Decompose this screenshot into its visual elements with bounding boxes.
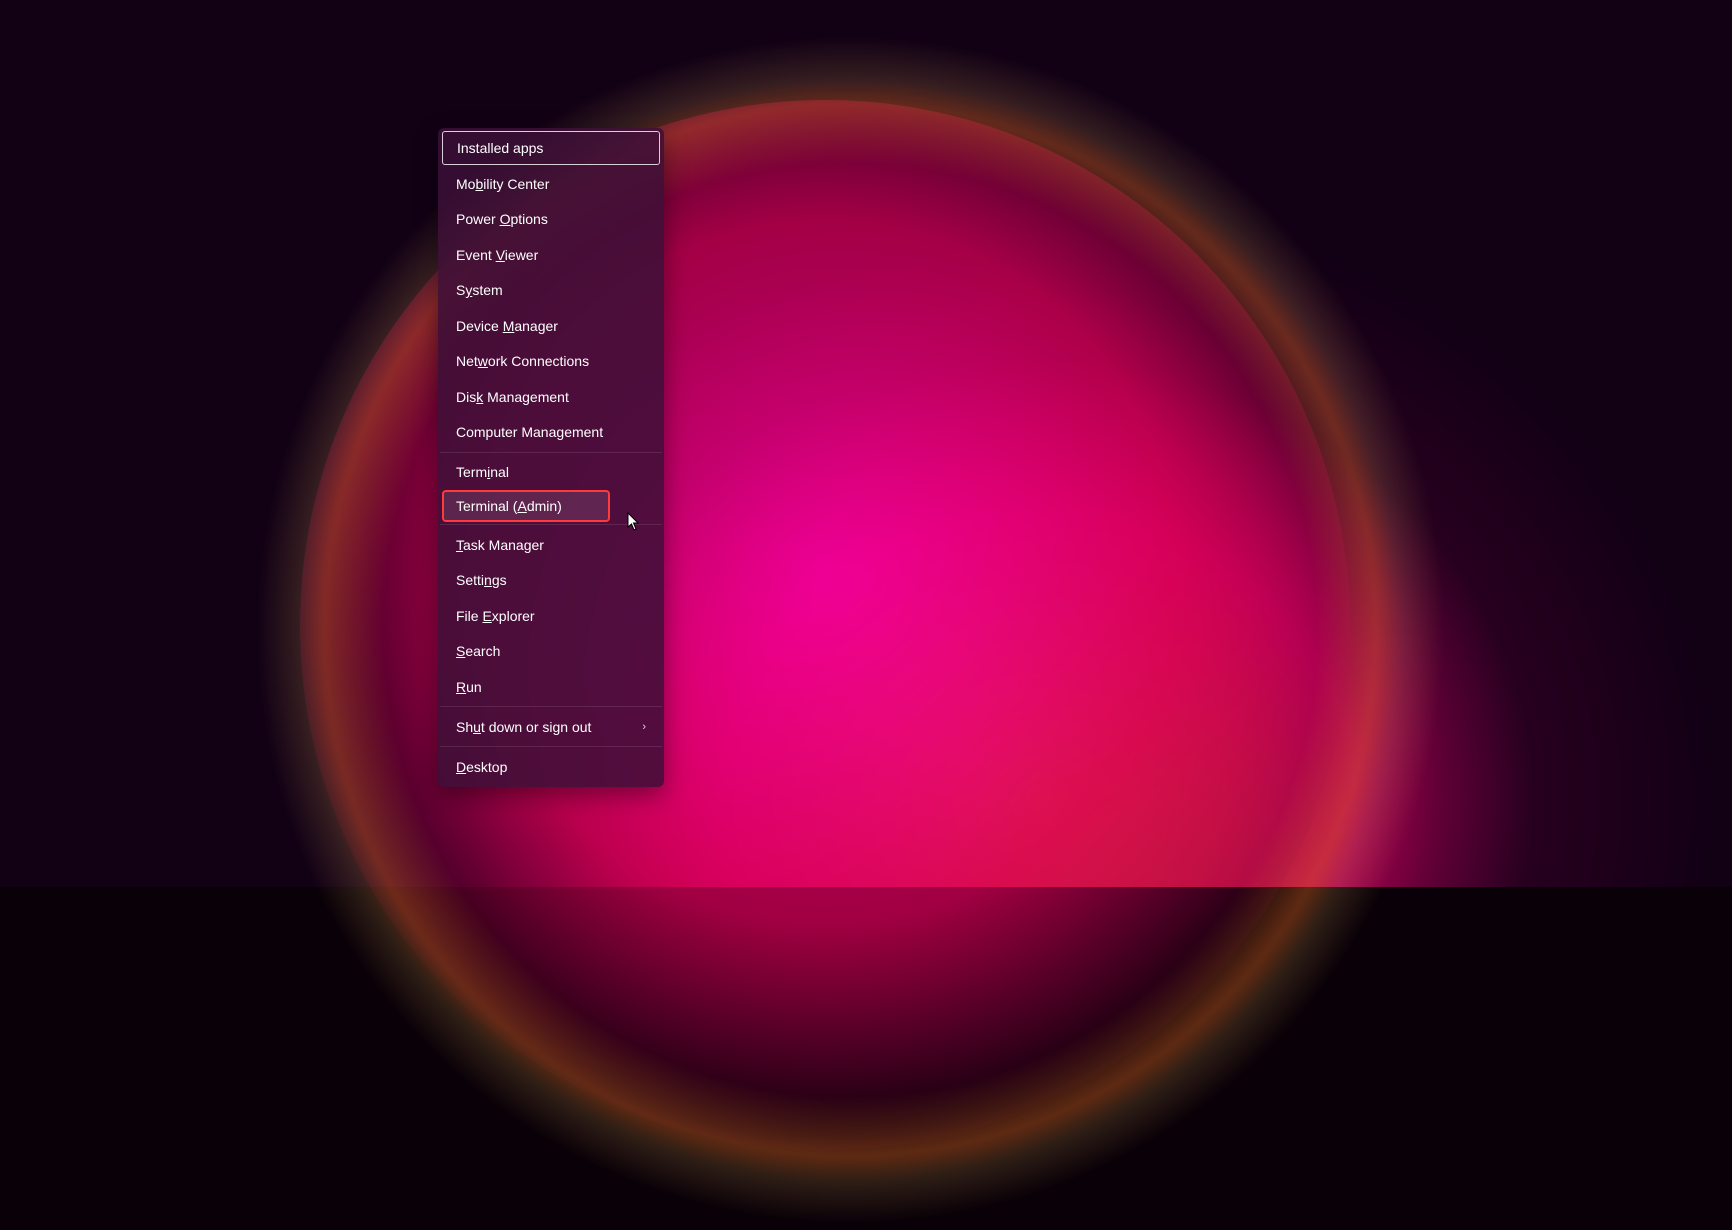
menu-item-computer-management[interactable]: Computer Management <box>442 415 660 450</box>
label-accelerator: R <box>456 679 466 695</box>
label-post: iewer <box>505 247 538 263</box>
label-pre: Computer Mana <box>456 424 556 440</box>
label-accelerator: D <box>456 759 466 775</box>
chevron-right-icon: › <box>642 721 646 733</box>
label-post: ask Manager <box>463 537 544 553</box>
label-accelerator: E <box>482 608 491 624</box>
label-post: anager <box>514 318 558 334</box>
label-pre: Terminal ( <box>456 498 517 514</box>
menu-item-terminal[interactable]: Terminal <box>442 455 660 490</box>
label-pre: Event <box>456 247 496 263</box>
menu-item-task-manager[interactable]: Task Manager <box>442 527 660 562</box>
menu-item-installed-apps[interactable]: Installed apps <box>442 131 660 165</box>
label-accelerator: S <box>456 643 465 659</box>
menu-item-network-connections[interactable]: Network Connections <box>442 344 660 379</box>
menu-item-label: Mobility Center <box>456 176 549 192</box>
label-post: ility Center <box>483 176 549 192</box>
label-pre: Dis <box>456 389 476 405</box>
winx-context-menu: Installed apps Mobility Center Power Optio… <box>438 128 664 787</box>
label-pre: File <box>456 608 482 624</box>
label-accelerator: T <box>456 537 463 553</box>
label-pre: Term <box>456 464 487 480</box>
label-pre: Net <box>456 353 478 369</box>
menu-item-label: Installed apps <box>457 140 543 156</box>
menu-item-label: Terminal (Admin) <box>456 498 562 514</box>
menu-item-label: Run <box>456 679 482 695</box>
label-post: Management <box>483 389 569 405</box>
label-post: esktop <box>466 759 507 775</box>
menu-item-label: Task Manager <box>456 537 544 553</box>
label-pre: Mo <box>456 176 475 192</box>
menu-item-label: Shut down or sign out <box>456 719 591 735</box>
menu-item-label: Network Connections <box>456 353 589 369</box>
label-post: ptions <box>510 211 547 227</box>
label-accelerator: V <box>496 247 505 263</box>
label-accelerator: O <box>500 211 511 227</box>
menu-item-event-viewer[interactable]: Event Viewer <box>442 237 660 272</box>
label-post: t down or sign out <box>481 719 592 735</box>
label-pre: Device <box>456 318 503 334</box>
menu-item-label: Desktop <box>456 759 507 775</box>
menu-item-system[interactable]: System <box>442 273 660 308</box>
label-post: dmin) <box>527 498 562 514</box>
menu-item-label: Power Options <box>456 211 548 227</box>
menu-item-label: Event Viewer <box>456 247 538 263</box>
menu-item-file-explorer[interactable]: File Explorer <box>442 598 660 633</box>
label-pre: Setti <box>456 572 484 588</box>
menu-item-label: System <box>456 282 503 298</box>
label-post: un <box>466 679 482 695</box>
menu-separator <box>440 452 662 453</box>
label-post: gs <box>492 572 507 588</box>
menu-item-disk-management[interactable]: Disk Management <box>442 379 660 414</box>
menu-item-mobility-center[interactable]: Mobility Center <box>442 166 660 201</box>
label-post: stem <box>472 282 502 298</box>
label-post: ork Connections <box>488 353 589 369</box>
label-accelerator: u <box>473 719 481 735</box>
label-accelerator: A <box>517 498 526 514</box>
label-accelerator: w <box>478 353 488 369</box>
label-pre: Power <box>456 211 500 227</box>
menu-separator <box>440 746 662 747</box>
menu-item-label: Settings <box>456 572 507 588</box>
menu-item-label: Terminal <box>456 464 509 480</box>
menu-item-label: File Explorer <box>456 608 535 624</box>
menu-item-label: Search <box>456 643 500 659</box>
menu-item-shutdown-signout[interactable]: Shut down or sign out › <box>442 709 660 744</box>
menu-item-device-manager[interactable]: Device Manager <box>442 308 660 343</box>
label-post: ement <box>564 424 603 440</box>
menu-item-terminal-admin[interactable]: Terminal (Admin) <box>442 490 610 522</box>
label-accelerator: n <box>484 572 492 588</box>
label-post: xplorer <box>492 608 535 624</box>
wallpaper-bubble-ring <box>250 30 1450 1230</box>
menu-item-label: Device Manager <box>456 318 558 334</box>
menu-item-label: Disk Management <box>456 389 569 405</box>
label-accelerator: M <box>503 318 515 334</box>
menu-item-label: Computer Management <box>456 424 603 440</box>
menu-item-settings[interactable]: Settings <box>442 563 660 598</box>
menu-separator <box>440 706 662 707</box>
label-pre: S <box>456 282 465 298</box>
label-post: nal <box>490 464 509 480</box>
label-post: earch <box>465 643 500 659</box>
menu-item-power-options[interactable]: Power Options <box>442 202 660 237</box>
menu-item-search[interactable]: Search <box>442 634 660 669</box>
label-post: Installed apps <box>457 140 543 156</box>
menu-separator <box>440 524 662 525</box>
menu-item-desktop[interactable]: Desktop <box>442 749 660 784</box>
label-pre: Sh <box>456 719 473 735</box>
menu-item-run[interactable]: Run <box>442 669 660 704</box>
